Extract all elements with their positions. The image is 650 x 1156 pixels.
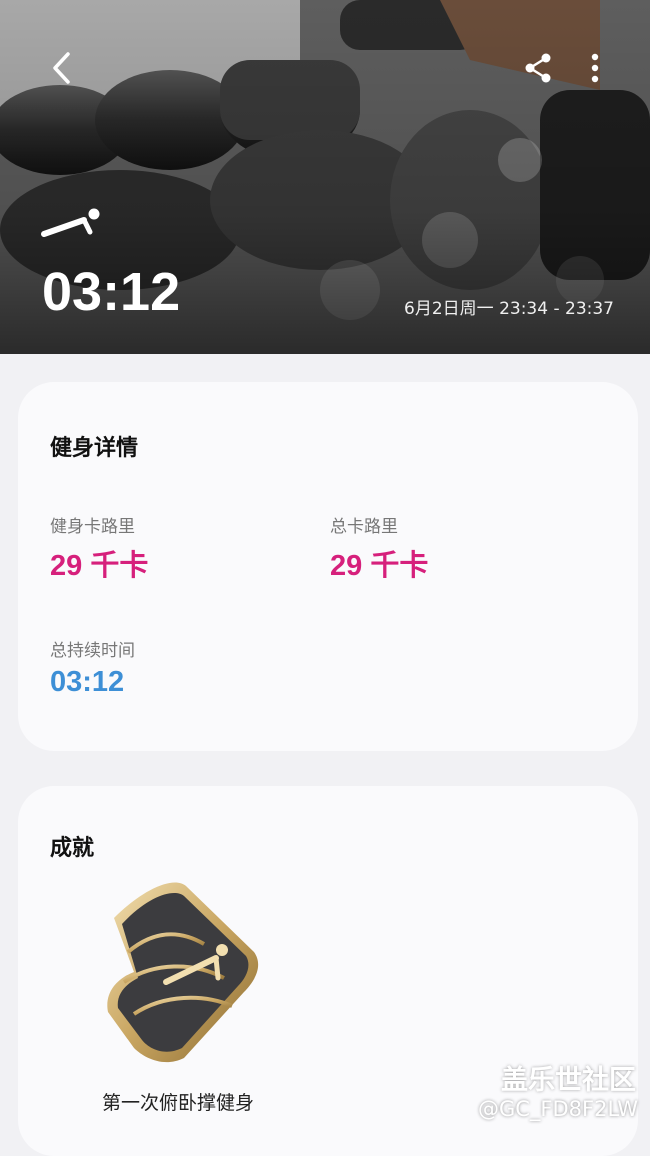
total-duration-value: 03:12 xyxy=(50,666,125,698)
achievements-title: 成就 xyxy=(50,836,95,861)
workout-calories-value: 29 千卡 xyxy=(50,550,149,582)
total-duration-label: 总持续时间 xyxy=(50,641,135,661)
workout-duration: 03:12 xyxy=(42,262,181,322)
workout-date-range: 6月2日周一 23:34 - 23:37 xyxy=(404,299,614,319)
total-calories-label: 总卡路里 xyxy=(330,517,398,537)
hero-banner: 03:12 6月2日周一 23:34 - 23:37 xyxy=(0,0,650,354)
watermark-user: @GC_FD8F2LW xyxy=(477,1097,638,1121)
more-vertical-icon xyxy=(591,53,599,83)
workout-calories-label: 健身卡路里 xyxy=(50,517,135,537)
more-options-button[interactable] xyxy=(582,50,608,86)
details-title: 健身详情 xyxy=(50,436,139,461)
back-arrow-icon xyxy=(53,52,70,84)
back-button[interactable] xyxy=(44,46,84,90)
pushup-badge-icon[interactable] xyxy=(98,878,278,1068)
watermark-brand: 盖乐世社区 xyxy=(501,1065,636,1096)
badge-label: 第一次俯卧撑健身 xyxy=(101,1092,254,1114)
workout-details-card: 健身详情 健身卡路里 29 千卡 总卡路里 29 千卡 总持续时间 03:12 xyxy=(18,382,638,751)
share-button[interactable] xyxy=(520,50,556,86)
total-calories-value: 29 千卡 xyxy=(330,550,429,582)
pushup-icon xyxy=(41,208,100,237)
share-icon xyxy=(525,53,551,83)
